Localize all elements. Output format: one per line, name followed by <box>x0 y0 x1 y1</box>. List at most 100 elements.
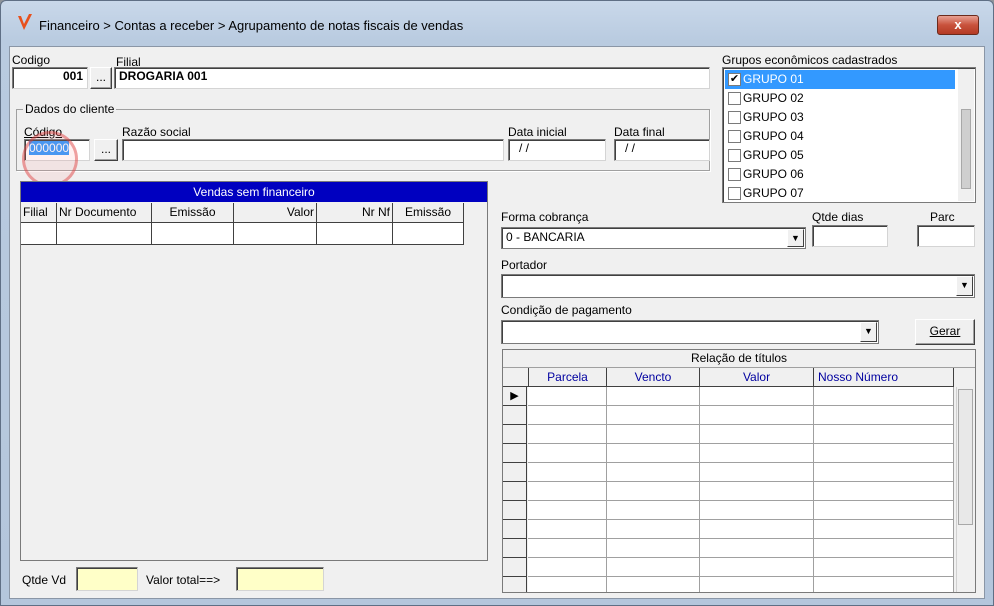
table-cell[interactable] <box>700 444 814 463</box>
table-cell[interactable] <box>528 482 607 501</box>
table-cell[interactable] <box>607 539 700 558</box>
vendas-col-valor[interactable]: Valor <box>234 203 317 223</box>
vendas-col-nr-nf[interactable]: Nr Nf <box>317 203 393 223</box>
vendas-col-emissao-nf[interactable]: Emissão <box>393 203 464 223</box>
table-row[interactable] <box>503 501 954 520</box>
grupo-item[interactable]: GRUPO 03 <box>725 108 955 127</box>
table-cell[interactable] <box>700 520 814 539</box>
data-final-input[interactable]: / / <box>614 139 710 161</box>
titulos-scroll-thumb[interactable] <box>958 389 973 525</box>
table-cell[interactable] <box>700 425 814 444</box>
vendas-col-emissao[interactable]: Emissão <box>152 203 234 223</box>
qtde-vd-input[interactable] <box>76 567 138 591</box>
portador-select[interactable]: ▼ <box>501 274 975 298</box>
table-cell[interactable] <box>814 501 954 520</box>
table-cell[interactable] <box>607 425 700 444</box>
vendas-grid[interactable]: Vendas sem financeiro Filial Nr Document… <box>20 181 488 561</box>
forma-cobranca-select[interactable]: 0 - BANCARIA ▼ <box>501 227 806 249</box>
table-cell[interactable] <box>700 501 814 520</box>
table-row[interactable] <box>503 444 954 463</box>
parc-input[interactable] <box>917 225 975 247</box>
table-cell[interactable] <box>528 577 607 592</box>
checkbox-icon[interactable] <box>728 92 741 105</box>
checkbox-icon[interactable] <box>728 168 741 181</box>
chevron-down-icon[interactable]: ▼ <box>787 229 804 247</box>
table-cell[interactable] <box>528 558 607 577</box>
codigo-input[interactable]: 001 <box>12 67 88 89</box>
checkbox-checked-icon[interactable]: ✔ <box>728 73 741 86</box>
table-cell[interactable] <box>814 406 954 425</box>
checkbox-icon[interactable] <box>728 149 741 162</box>
close-button[interactable]: x <box>937 15 979 35</box>
table-cell[interactable] <box>528 406 607 425</box>
grupo-item[interactable]: GRUPO 04 <box>725 127 955 146</box>
table-row[interactable] <box>503 463 954 482</box>
table-cell[interactable] <box>57 223 152 245</box>
data-inicial-input[interactable]: / / <box>508 139 606 161</box>
table-cell[interactable] <box>814 539 954 558</box>
titulos-col-valor[interactable]: Valor <box>700 368 814 387</box>
table-cell[interactable] <box>528 387 607 406</box>
table-cell[interactable] <box>607 501 700 520</box>
codigo-lookup-button[interactable]: ... <box>90 67 112 89</box>
table-cell[interactable] <box>814 425 954 444</box>
table-cell[interactable] <box>607 444 700 463</box>
table-cell[interactable] <box>700 463 814 482</box>
titulos-scrollbar[interactable] <box>956 387 974 592</box>
grupo-item[interactable]: GRUPO 02 <box>725 89 955 108</box>
table-row[interactable] <box>503 520 954 539</box>
table-cell[interactable] <box>814 558 954 577</box>
checkbox-icon[interactable] <box>728 111 741 124</box>
table-row[interactable] <box>503 577 954 592</box>
chevron-down-icon[interactable]: ▼ <box>860 322 877 342</box>
vendas-col-nr-documento[interactable]: Nr Documento <box>57 203 152 223</box>
table-cell[interactable] <box>814 577 954 592</box>
table-cell[interactable] <box>607 482 700 501</box>
table-cell[interactable] <box>607 520 700 539</box>
table-cell[interactable] <box>814 482 954 501</box>
table-cell[interactable] <box>700 406 814 425</box>
valor-total-input[interactable] <box>236 567 324 591</box>
checkbox-icon[interactable] <box>728 130 741 143</box>
table-cell[interactable] <box>393 223 464 245</box>
condicao-pagamento-select[interactable]: ▼ <box>501 320 879 344</box>
table-cell[interactable] <box>607 577 700 592</box>
table-cell[interactable] <box>607 406 700 425</box>
vendas-col-filial[interactable]: Filial <box>21 203 57 223</box>
table-cell[interactable] <box>814 520 954 539</box>
table-cell[interactable] <box>528 501 607 520</box>
filial-input[interactable]: DROGARIA 001 <box>114 67 710 89</box>
table-cell[interactable] <box>814 387 954 406</box>
grupo-item[interactable]: GRUPO 07 <box>725 184 955 202</box>
table-cell[interactable] <box>700 482 814 501</box>
table-cell[interactable] <box>528 539 607 558</box>
table-row[interactable] <box>503 425 954 444</box>
table-cell[interactable] <box>317 223 393 245</box>
grupos-scrollbar[interactable] <box>958 69 974 201</box>
table-cell[interactable] <box>152 223 234 245</box>
table-row[interactable] <box>503 558 954 577</box>
table-cell[interactable] <box>528 520 607 539</box>
grupo-item[interactable]: GRUPO 06 <box>725 165 955 184</box>
table-cell[interactable] <box>700 387 814 406</box>
titulos-col-nosso-numero[interactable]: Nosso Número <box>814 368 954 387</box>
titulos-col-parcela[interactable]: Parcela <box>529 368 607 387</box>
grupo-item[interactable]: ✔ GRUPO 01 <box>725 70 955 89</box>
chevron-down-icon[interactable]: ▼ <box>956 276 973 296</box>
table-row[interactable]: ▶ <box>503 387 954 406</box>
cliente-lookup-button[interactable]: ... <box>94 139 118 161</box>
table-cell[interactable] <box>528 444 607 463</box>
table-row[interactable] <box>503 539 954 558</box>
grupos-listbox[interactable]: ✔ GRUPO 01 GRUPO 02 GRUPO 03 GRUPO 04 GR… <box>722 67 976 203</box>
qtde-dias-input[interactable] <box>812 225 888 247</box>
table-cell[interactable] <box>234 223 317 245</box>
table-cell[interactable] <box>814 444 954 463</box>
table-cell[interactable] <box>528 463 607 482</box>
table-cell[interactable] <box>607 558 700 577</box>
titulos-grid[interactable]: Relação de títulos Parcela Vencto Valor … <box>502 349 976 593</box>
table-cell[interactable] <box>814 463 954 482</box>
table-cell[interactable] <box>607 463 700 482</box>
razao-social-input[interactable] <box>122 139 504 161</box>
table-cell[interactable] <box>21 223 57 245</box>
checkbox-icon[interactable] <box>728 187 741 200</box>
